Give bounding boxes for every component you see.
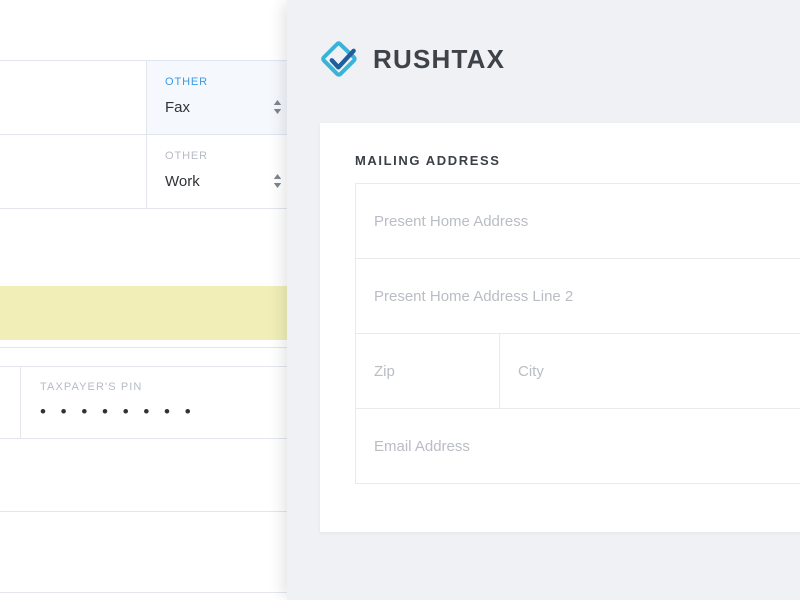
field-placeholder: Present Home Address Line 2 xyxy=(374,287,573,306)
cell-label: OTHER xyxy=(165,149,283,163)
card-heading: MAILING ADDRESS xyxy=(355,153,501,168)
field-placeholder: Email Address xyxy=(374,437,470,456)
stepper-updown-icon[interactable] xyxy=(272,173,283,189)
app-screen: OTHER Fax OTHER xyxy=(0,0,800,600)
cell-value: Fax xyxy=(165,98,257,117)
pin-label: TAXPAYER'S PIN xyxy=(40,380,196,394)
pin-masked-value: • • • • • • • • xyxy=(40,404,196,420)
brand-name: RUSHTAX xyxy=(373,46,505,72)
table-cell-blank xyxy=(0,61,147,135)
phone-type-select[interactable]: Fax xyxy=(165,98,283,117)
city-field[interactable]: City xyxy=(499,334,800,408)
table-cell-phone-type[interactable]: OTHER Work xyxy=(147,135,302,209)
zip-field[interactable]: Zip xyxy=(356,334,499,408)
brand-header: RUSHTAX xyxy=(320,39,505,79)
form-row: Email Address xyxy=(356,409,800,484)
form-row: Present Home Address Line 2 xyxy=(356,259,800,334)
mailing-address-overlay-panel: RUSHTAX MAILING ADDRESS Present Home Add… xyxy=(287,0,800,600)
present-home-address-field[interactable]: Present Home Address xyxy=(356,184,800,258)
field-placeholder: Zip xyxy=(374,362,395,381)
pin-cell-divider xyxy=(20,367,21,438)
stepper-updown-icon[interactable] xyxy=(272,99,283,115)
table-cell-phone-type[interactable]: OTHER Fax xyxy=(147,61,302,135)
rushtax-diamond-check-logo-icon xyxy=(320,39,360,79)
field-placeholder: City xyxy=(518,362,544,381)
form-row: Zip City xyxy=(356,334,800,409)
field-placeholder: Present Home Address xyxy=(374,212,528,231)
form-row: Present Home Address xyxy=(356,184,800,259)
cell-value: Work xyxy=(165,172,257,191)
email-address-field[interactable]: Email Address xyxy=(356,409,800,483)
phone-type-select[interactable]: Work xyxy=(165,172,283,191)
mailing-address-form: Present Home Address Present Home Addres… xyxy=(355,183,800,484)
cell-label: OTHER xyxy=(165,75,283,89)
present-home-address-line-2-field[interactable]: Present Home Address Line 2 xyxy=(356,259,800,333)
mailing-address-card: MAILING ADDRESS Present Home Address Pre… xyxy=(320,123,800,532)
pin-content: TAXPAYER'S PIN • • • • • • • • xyxy=(40,380,196,420)
table-cell-blank xyxy=(0,135,147,209)
